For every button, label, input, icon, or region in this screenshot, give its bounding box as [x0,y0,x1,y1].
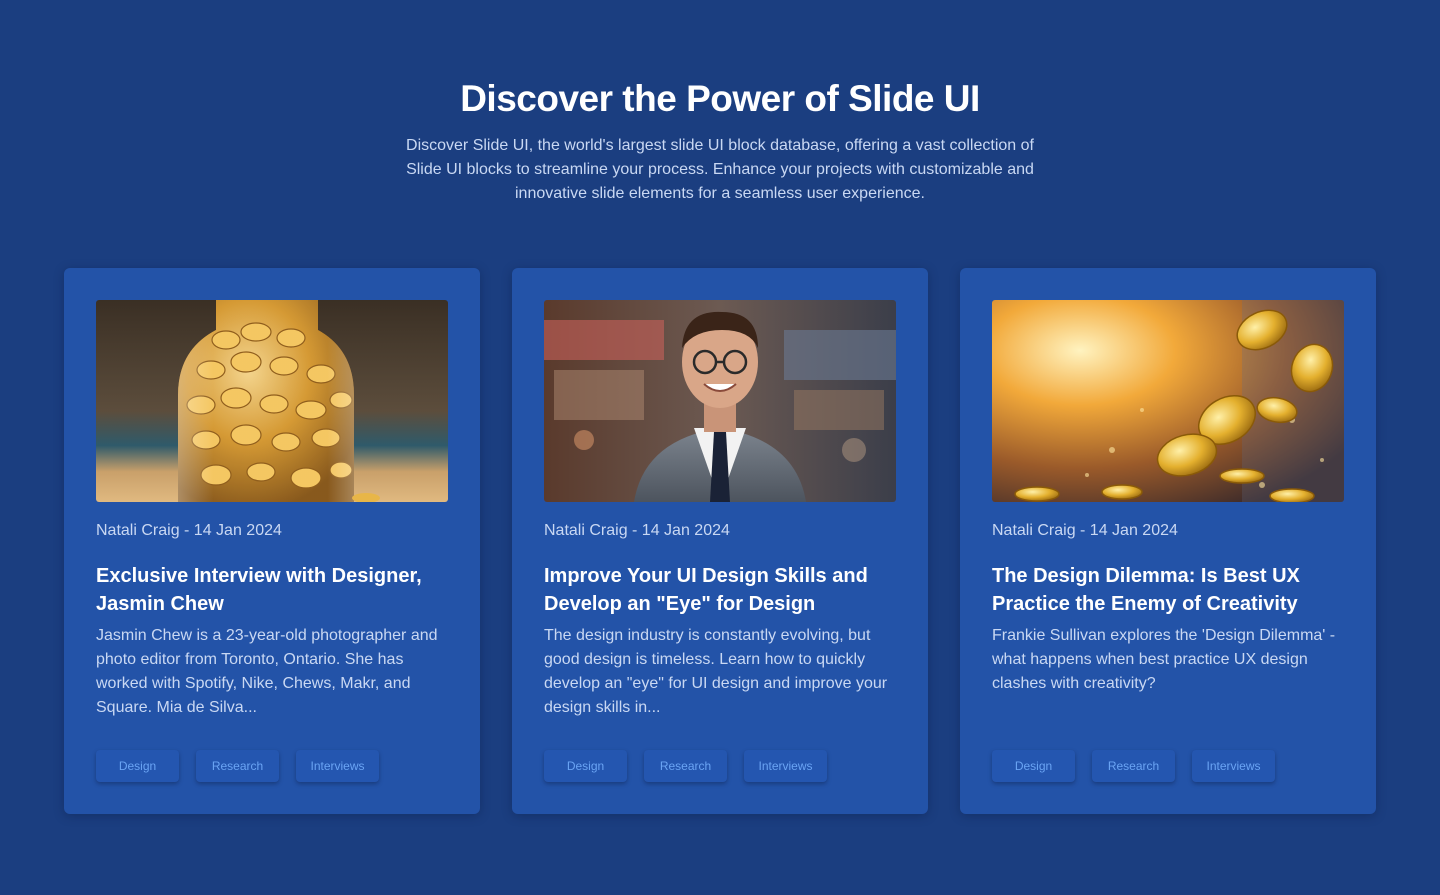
card-meta: Natali Craig - 14 Jan 2024 [992,522,1178,539]
tag-interviews[interactable]: Interviews [296,750,379,782]
page-title: Discover the Power of Slide UI [460,78,980,119]
tag-research[interactable]: Research [644,750,727,782]
card-description: Jasmin Chew is a 23-year-old photographe… [96,627,438,716]
tag-list: Design Research Interviews [992,750,1275,782]
tag-interviews[interactable]: Interviews [744,750,827,782]
tag-list: Design Research Interviews [544,750,827,782]
card-meta: Natali Craig - 14 Jan 2024 [96,522,282,539]
page-subtitle: Discover Slide UI, the world's largest s… [406,137,1034,202]
tag-research[interactable]: Research [1092,750,1175,782]
card-list: Natali Craig - 14 Jan 2024 Exclusive Int… [64,268,1376,814]
blog-card[interactable]: Natali Craig - 14 Jan 2024 Improve Your … [512,268,928,814]
jar-of-coins-image [96,300,448,502]
card-title[interactable]: Improve Your UI Design Skills and Develo… [544,562,896,618]
tag-research[interactable]: Research [196,750,279,782]
card-description: Frankie Sullivan explores the 'Design Di… [992,627,1336,692]
blog-card[interactable]: Natali Craig - 14 Jan 2024 The Design Di… [960,268,1376,814]
smiling-man-image [544,300,896,502]
card-title[interactable]: The Design Dilemma: Is Best UX Practice … [992,562,1344,618]
card-meta: Natali Craig - 14 Jan 2024 [544,522,730,539]
tag-design[interactable]: Design [96,750,179,782]
blog-card[interactable]: Natali Craig - 14 Jan 2024 Exclusive Int… [64,268,480,814]
page: Discover the Power of Slide UI Discover … [0,0,1440,895]
falling-coins-image [992,300,1344,502]
tag-list: Design Research Interviews [96,750,379,782]
tag-design[interactable]: Design [544,750,627,782]
tag-interviews[interactable]: Interviews [1192,750,1275,782]
card-description: The design industry is constantly evolvi… [544,627,888,716]
card-title[interactable]: Exclusive Interview with Designer, Jasmi… [96,562,448,618]
hero-section: Discover the Power of Slide UI Discover … [0,78,1440,206]
tag-design[interactable]: Design [992,750,1075,782]
